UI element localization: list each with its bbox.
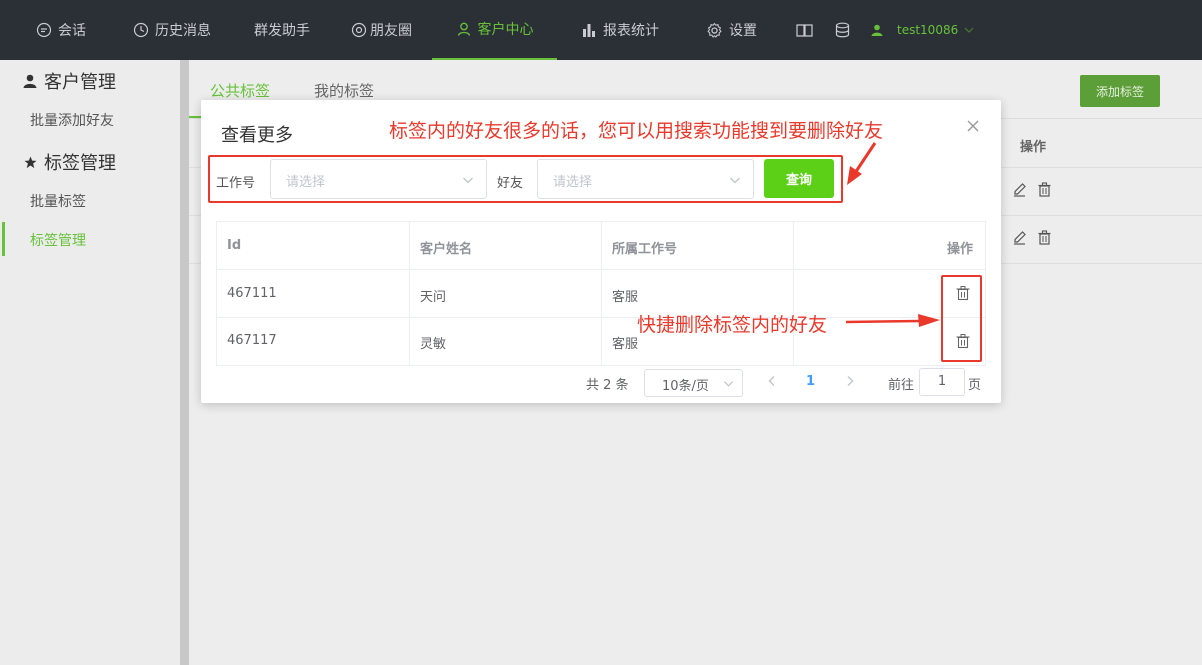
tab-public-tags[interactable]: 公共标签 [210,80,270,101]
dialog-title: 查看更多 [221,125,293,146]
row-divider [217,269,985,270]
view-more-dialog: 查看更多 工作号 请选择 好友 请选择 查询 Id 客户姓名 所属工作号 操作 … [201,100,1001,403]
book-button[interactable] [796,0,819,60]
sidebar-group-customer[interactable]: 客户管理 [22,68,116,94]
next-page-icon[interactable] [845,375,855,387]
annotation-arrow-icon [846,314,940,327]
nav-item-customer-center[interactable]: 客户中心 [432,0,557,60]
delete-icon[interactable] [955,333,971,349]
nav-label: 设置 [729,23,757,39]
close-icon[interactable] [965,118,981,134]
row-actions [1012,230,1052,245]
top-navbar: 会话 历史消息 群发助手 朋友圈 客户中心 报表统计 设置 test10086 [0,0,1202,60]
user-menu[interactable]: test10086 [871,0,980,60]
op-column-header: 操作 [1020,140,1047,155]
sidebar-divider [180,60,189,665]
book-icon [796,24,813,37]
edit-icon[interactable] [1012,182,1027,197]
column-divider [409,222,410,365]
bar-chart-icon [583,24,595,37]
friend-select[interactable]: 请选择 [537,159,754,199]
nav-label: 会话 [58,23,86,39]
sidebar-group-tags[interactable]: 标签管理 [22,149,116,175]
star-icon [22,155,38,169]
database-icon [835,22,850,38]
nav-item-settings[interactable]: 设置 [706,0,757,60]
sidebar-group-title: 标签管理 [44,153,116,174]
job-placeholder: 请选择 [286,175,326,190]
query-button[interactable]: 查询 [764,159,834,198]
sidebar-item-tag-management[interactable]: 标签管理 [30,230,86,250]
cell-id: 467111 [227,286,277,301]
header-id: Id [227,238,242,253]
annotation-search-tip: 标签内的好友很多的话，您可以用搜索功能搜到要删除好友 [389,120,884,142]
nav-item-reports[interactable]: 报表统计 [581,0,659,60]
friend-label: 好友 [497,176,524,191]
page-suffix: 页 [968,378,982,393]
column-divider [601,222,602,365]
column-divider [793,222,794,365]
prev-page-icon[interactable] [767,375,777,387]
sidebar-active-indicator [2,222,5,256]
header-actions: 操作 [947,242,974,257]
sidebar-group-title: 客户管理 [44,72,116,93]
nav-item-history[interactable]: 历史消息 [133,0,211,60]
clock-icon [133,22,149,38]
cell-name: 天问 [420,290,447,305]
page-size-select[interactable]: 10条/页 [644,369,743,397]
trash-icon[interactable] [1037,230,1052,245]
nav-label: 历史消息 [155,23,211,39]
trash-icon[interactable] [1037,182,1052,197]
person-icon [871,24,883,36]
aperture-icon [351,22,367,38]
person-icon [22,74,38,88]
page-number-active[interactable]: 1 [806,374,815,389]
sidebar: 客户管理 批量添加好友 标签管理 批量标签 标签管理 [0,60,180,665]
chevron-down-icon [730,177,740,184]
goto-label: 前往 [888,378,915,393]
pagination-total: 共 2 条 [586,378,629,393]
sidebar-item-batch-tags[interactable]: 批量标签 [30,191,86,211]
edit-icon[interactable] [1012,230,1027,245]
nav-label: 客户中心 [477,22,534,38]
database-button[interactable] [835,0,856,60]
gear-icon [707,22,722,38]
nav-item-broadcast[interactable]: 群发助手 [254,0,310,60]
nav-item-chat[interactable]: 会话 [36,0,86,60]
chevron-down-icon [723,381,734,387]
job-select[interactable]: 请选择 [270,159,487,199]
page-size-value: 10条/页 [662,379,709,394]
friends-table: Id 客户姓名 所属工作号 操作 467111 天问 客服 467117 灵敏 … [216,221,986,366]
cell-name: 灵敏 [420,337,447,352]
header-job-number: 所属工作号 [612,242,678,257]
annotation-delete-tip: 快捷删除标签内的好友 [637,314,828,336]
header-customer-name: 客户姓名 [420,242,473,257]
cell-id: 467117 [227,333,277,348]
nav-label: 报表统计 [603,23,659,39]
annotation-arrow-icon [847,142,877,185]
chat-icon [36,22,52,38]
chevron-down-icon [463,177,473,184]
add-tag-button[interactable]: 添加标签 [1080,75,1160,107]
row-actions [1012,182,1052,197]
delete-icon[interactable] [955,285,971,301]
tab-my-tags[interactable]: 我的标签 [314,80,374,101]
cell-job: 客服 [612,337,639,352]
nav-label: 群发助手 [254,23,310,39]
job-label: 工作号 [216,176,256,191]
chevron-down-icon [964,27,974,33]
friend-placeholder: 请选择 [553,175,593,190]
nav-item-moments[interactable]: 朋友圈 [351,0,412,60]
cell-job: 客服 [612,290,639,305]
user-icon [457,22,470,36]
nav-label: 朋友圈 [370,23,412,39]
username: test10086 [897,23,959,37]
goto-page-input[interactable]: 1 [919,368,965,396]
sidebar-item-batch-add-friends[interactable]: 批量添加好友 [30,110,114,130]
